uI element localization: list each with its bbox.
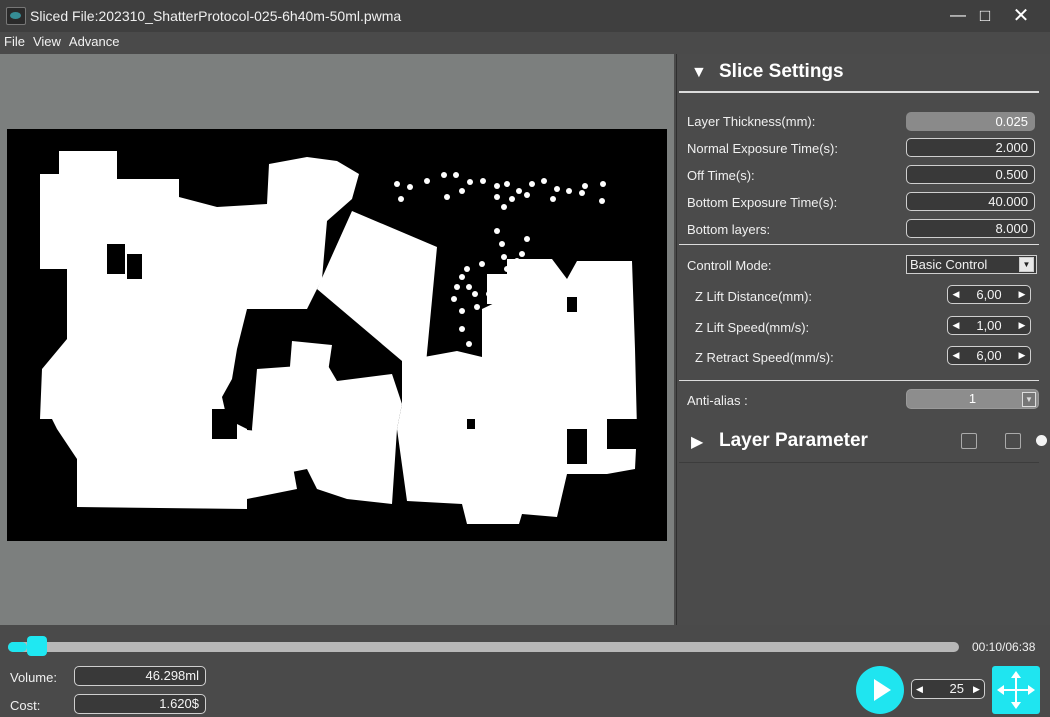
maximize-button[interactable]: □ xyxy=(972,4,998,28)
decrement-arrow-icon[interactable]: ◀ xyxy=(913,680,926,698)
normal-exposure-field[interactable]: 2.000 xyxy=(906,138,1035,157)
app-logo-icon xyxy=(6,7,26,25)
move-arrows-icon xyxy=(997,671,1035,709)
import-icon[interactable] xyxy=(1005,433,1021,449)
expand-triangle-icon[interactable]: ▶ xyxy=(691,432,703,452)
bottom-exposure-label: Bottom Exposure Time(s): xyxy=(687,195,838,210)
decrement-arrow-icon[interactable]: ◀ xyxy=(949,286,963,303)
layer-parameter-header[interactable]: ▶ Layer Parameter xyxy=(677,424,1050,460)
divider xyxy=(679,244,1039,245)
timeline-progress xyxy=(8,642,27,652)
bottom-bar: 00:10/06:38 Volume: 46.298ml Cost: 1.620… xyxy=(0,626,1050,716)
slice-layer-image xyxy=(7,129,667,541)
increment-arrow-icon[interactable]: ▶ xyxy=(1015,286,1029,303)
z-retract-speed-value[interactable]: 6,00 xyxy=(962,347,1016,364)
menu-file[interactable]: File xyxy=(0,32,29,52)
divider xyxy=(679,462,1039,463)
increment-arrow-icon[interactable]: ▶ xyxy=(970,680,983,698)
normal-exposure-label: Normal Exposure Time(s): xyxy=(687,141,838,156)
control-mode-value: Basic Control xyxy=(910,257,988,272)
window-title: Sliced File:202310_ShatterProtocol-025-6… xyxy=(30,8,402,24)
menu-bar: File View Advance xyxy=(0,32,1050,52)
chevron-down-icon[interactable]: ▼ xyxy=(1022,392,1036,407)
anti-alias-value: 1 xyxy=(968,391,977,406)
cost-field: 1.620$ xyxy=(74,694,206,714)
increment-arrow-icon[interactable]: ▶ xyxy=(1015,347,1029,364)
divider xyxy=(679,91,1039,93)
z-lift-distance-value[interactable]: 6,00 xyxy=(962,286,1016,303)
off-time-label: Off Time(s): xyxy=(687,168,755,183)
z-lift-speed-label: Z Lift Speed(mm/s): xyxy=(695,320,810,335)
decrement-arrow-icon[interactable]: ◀ xyxy=(949,347,963,364)
volume-label: Volume: xyxy=(10,670,57,685)
anti-alias-label: Anti-alias : xyxy=(687,393,748,408)
menu-view[interactable]: View xyxy=(29,32,65,52)
decrement-arrow-icon[interactable]: ◀ xyxy=(949,317,963,334)
settings-panel: ▼ Slice Settings Layer Thickness(mm): 0.… xyxy=(676,54,1050,625)
cost-label: Cost: xyxy=(10,698,41,713)
play-button[interactable] xyxy=(856,666,904,714)
playback-speed-value[interactable]: 25 xyxy=(950,680,964,698)
bottom-exposure-field[interactable]: 40.000 xyxy=(906,192,1035,211)
z-retract-speed-label: Z Retract Speed(mm/s): xyxy=(695,350,834,365)
bottom-layers-label: Bottom layers: xyxy=(687,222,771,237)
off-time-field[interactable]: 0.500 xyxy=(906,165,1035,184)
menu-advance[interactable]: Advance xyxy=(65,32,124,52)
title-bar: Sliced File:202310_ShatterProtocol-025-6… xyxy=(0,0,1050,32)
layer-timeline-slider[interactable] xyxy=(8,636,959,656)
z-retract-speed-stepper[interactable]: ◀ 6,00 ▶ xyxy=(947,346,1031,365)
control-mode-label: Controll Mode: xyxy=(687,258,772,273)
slice-shape-svg xyxy=(40,151,637,524)
layer-thickness-field: 0.025 xyxy=(906,112,1035,131)
minimize-button[interactable]: — xyxy=(945,4,971,28)
layer-thickness-label: Layer Thickness(mm): xyxy=(687,114,816,129)
bottom-layers-field[interactable]: 8.000 xyxy=(906,219,1035,238)
volume-field: 46.298ml xyxy=(74,666,206,686)
layer-preview-viewport[interactable] xyxy=(0,54,674,625)
z-lift-distance-stepper[interactable]: ◀ 6,00 ▶ xyxy=(947,285,1031,304)
slice-settings-title: Slice Settings xyxy=(719,61,844,82)
z-lift-distance-label: Z Lift Distance(mm): xyxy=(695,289,813,304)
z-lift-speed-value[interactable]: 1,00 xyxy=(962,317,1016,334)
close-button[interactable]: ✕ xyxy=(1008,4,1034,28)
timeline-thumb[interactable] xyxy=(27,636,47,656)
control-mode-select[interactable]: Basic Control ▼ xyxy=(906,255,1037,274)
move-button[interactable] xyxy=(992,666,1040,714)
export-icon[interactable] xyxy=(961,433,977,449)
slice-settings-header[interactable]: ▼ Slice Settings xyxy=(677,54,1050,90)
collapse-triangle-icon[interactable]: ▼ xyxy=(691,64,707,82)
time-readout: 00:10/06:38 xyxy=(972,640,1036,654)
layer-parameter-title: Layer Parameter xyxy=(719,430,868,451)
playback-speed-stepper[interactable]: ◀ 25 ▶ xyxy=(911,679,985,699)
chevron-down-icon[interactable]: ▼ xyxy=(1019,257,1034,272)
increment-arrow-icon[interactable]: ▶ xyxy=(1015,317,1029,334)
divider xyxy=(679,380,1039,381)
anti-alias-select[interactable]: 1 ▼ xyxy=(906,389,1039,409)
dot-icon[interactable] xyxy=(1036,435,1047,446)
z-lift-speed-stepper[interactable]: ◀ 1,00 ▶ xyxy=(947,316,1031,335)
